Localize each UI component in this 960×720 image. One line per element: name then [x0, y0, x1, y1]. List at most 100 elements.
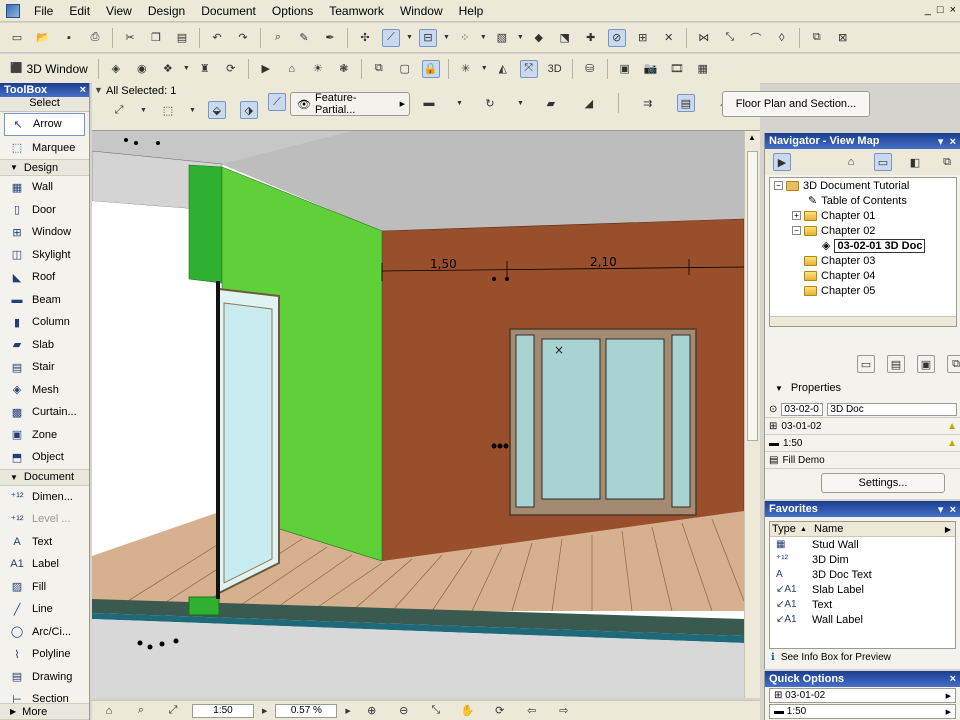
favorite-item[interactable]: ▦ Stud Wall [770, 537, 955, 552]
slope-icon[interactable]: ◢ [580, 94, 598, 112]
paw-icon[interactable]: ❃ [335, 60, 353, 78]
tree-chapter-05[interactable]: Chapter 05 [770, 283, 956, 298]
tree-selected-view[interactable]: ◈ 03-02-01 3D Doc [770, 238, 956, 253]
document-group-header[interactable]: ▼ Document [0, 468, 89, 486]
group-icon[interactable]: ⧉ [808, 29, 826, 47]
clone-icon[interactable]: ⧉ [947, 355, 960, 373]
scroll-thumb[interactable] [747, 151, 758, 441]
toolbox-close-icon[interactable]: × [80, 84, 89, 96]
open-folder-icon[interactable]: 📂 [34, 29, 52, 47]
favorite-item[interactable]: ↙A1 Wall Label [770, 612, 955, 627]
marquee-shape-icon[interactable]: ⬚ [159, 101, 177, 119]
prop-scale-row[interactable]: ▬ 1:50 ▲ [765, 435, 960, 452]
cut-icon[interactable]: ✂ [121, 29, 139, 47]
tree-chapter-04[interactable]: Chapter 04 [770, 268, 956, 283]
folder-add-icon[interactable]: ▣ [917, 355, 935, 373]
infobox-collapse-icon[interactable]: ▼ [94, 85, 103, 95]
tool-text[interactable]: A Text [0, 531, 89, 554]
layers-icon[interactable]: ▧ [493, 29, 511, 47]
properties-toggle[interactable]: ▼ Properties [775, 382, 841, 394]
vertical-scrollbar[interactable]: ▲ [744, 131, 760, 698]
walk-icon[interactable]: ♜ [196, 60, 214, 78]
surface-icon[interactable]: ▰ [542, 94, 560, 112]
table-icon[interactable]: ⊞ [634, 29, 652, 47]
favorite-item[interactable]: ↙A1 Text [770, 597, 955, 612]
fit-window-icon[interactable]: ⤡ [427, 702, 445, 720]
scroll-up-icon[interactable]: ▲ [748, 133, 756, 142]
model-view-icon[interactable]: ⬔ [556, 29, 574, 47]
tool-dimension[interactable]: ⁺¹² Dimen... [0, 486, 89, 509]
navigator-menu-icon[interactable]: ▾ [938, 136, 944, 148]
col-name[interactable]: Name [814, 523, 945, 535]
bucket-icon[interactable]: ⛁ [581, 60, 599, 78]
menu-file[interactable]: File [26, 0, 61, 22]
navigator-close-icon[interactable]: × [950, 136, 956, 148]
cancel-icon[interactable]: ✕ [660, 29, 678, 47]
tool-label[interactable]: A1 Label [0, 553, 89, 576]
pan-icon[interactable]: ✋ [459, 702, 477, 720]
feature-lines-icon[interactable]: ⟋ [268, 93, 286, 111]
menu-edit[interactable]: Edit [61, 0, 98, 22]
guide-line-icon[interactable]: ✣ [356, 29, 374, 47]
more-group-header[interactable]: ▶ More [0, 703, 89, 720]
zoom-fit-icon[interactable]: ⤢ [164, 702, 182, 720]
view-map-tab-icon[interactable]: ▭ [874, 153, 892, 171]
tool-line[interactable]: ╱ Line [0, 598, 89, 621]
tool-object[interactable]: ⬒ Object [0, 446, 89, 469]
tree-chapter-01[interactable]: + Chapter 01 [770, 208, 956, 223]
tool-level-dimension[interactable]: ⁺¹² Level ... [0, 508, 89, 531]
close-icon[interactable]: × [950, 4, 956, 16]
new-file-icon[interactable]: ▭ [8, 29, 26, 47]
tree-chapter-02[interactable]: − Chapter 02 [770, 223, 956, 238]
magnifier-icon[interactable]: ⌕ [132, 702, 150, 720]
zoom-in-icon[interactable]: ⊕ [363, 702, 381, 720]
camera-icon[interactable]: ◉ [133, 60, 151, 78]
scale-field[interactable]: 1:50 [192, 703, 254, 718]
3d-viewport[interactable]: × 1,50 2,10 [92, 131, 744, 698]
3d-document-icon[interactable]: 3D [546, 60, 564, 78]
filter-icon[interactable]: ▶ [257, 60, 275, 78]
menu-document[interactable]: Document [193, 0, 264, 22]
menu-teamwork[interactable]: Teamwork [321, 0, 392, 22]
tool-skylight[interactable]: ◫ Skylight [0, 244, 89, 267]
tool-stair[interactable]: ▤ Stair [0, 356, 89, 379]
previous-zoom-icon[interactable]: ⇦ [523, 702, 541, 720]
hatch-icon[interactable]: ▤ [676, 94, 695, 112]
sun-icon[interactable]: ☀ [309, 60, 327, 78]
tool-beam[interactable]: ▬ Beam [0, 289, 89, 312]
cutaway-icon[interactable]: ◭ [494, 60, 512, 78]
photo-icon[interactable]: 📷 [642, 60, 660, 78]
publisher-tab-icon[interactable]: ⧉ [938, 153, 956, 171]
tree-root[interactable]: − 3D Document Tutorial [770, 178, 956, 193]
tool-drawing[interactable]: ▤ Drawing [0, 666, 89, 689]
save-icon[interactable]: ▪ [60, 29, 78, 47]
adjust-icon[interactable]: ⤡ [721, 29, 739, 47]
suspend-groups-icon[interactable]: ⊟ [418, 28, 437, 47]
zoom-out-icon[interactable]: ⊖ [395, 702, 413, 720]
floor-plan-section-button[interactable]: Floor Plan and Section... [722, 91, 870, 117]
tool-column[interactable]: ▮ Column [0, 311, 89, 334]
3d-window-button[interactable]: ⬛ 3D Window [4, 58, 94, 80]
orbit-icon[interactable]: ⟳ [222, 60, 240, 78]
prop-fill-row[interactable]: ▤ Fill Demo [765, 452, 960, 469]
favorites-menu-icon[interactable]: ▾ [938, 504, 944, 516]
quick-options-close-icon[interactable]: × [950, 673, 956, 685]
new-view-icon[interactable]: ▭ [857, 355, 875, 373]
tool-door[interactable]: ▯ Door [0, 199, 89, 222]
tool-roof[interactable]: ◣ Roof [0, 266, 89, 289]
tree-toc[interactable]: ✎ Table of Contents [770, 193, 956, 208]
inject-icon[interactable]: ✒ [321, 29, 339, 47]
menu-help[interactable]: Help [451, 0, 492, 22]
cutting-plane-icon[interactable]: ⬙ [207, 101, 226, 119]
project-map-tab-icon[interactable]: ⌂ [842, 153, 860, 171]
menu-design[interactable]: Design [140, 0, 193, 22]
curve-icon[interactable]: ⌒ [747, 29, 765, 47]
image-icon[interactable]: ▦ [694, 60, 712, 78]
copy-icon[interactable]: ❐ [147, 29, 165, 47]
line-type-icon[interactable]: ▬ [420, 94, 438, 112]
tool-window[interactable]: ⊞ Window [0, 221, 89, 244]
favorite-item[interactable]: A 3D Doc Text [770, 567, 955, 582]
app-icon[interactable] [6, 3, 20, 18]
house-icon[interactable]: ⌂ [283, 60, 301, 78]
prop-layer-row[interactable]: ⊞ 03-01-02 ▲ [765, 418, 960, 435]
